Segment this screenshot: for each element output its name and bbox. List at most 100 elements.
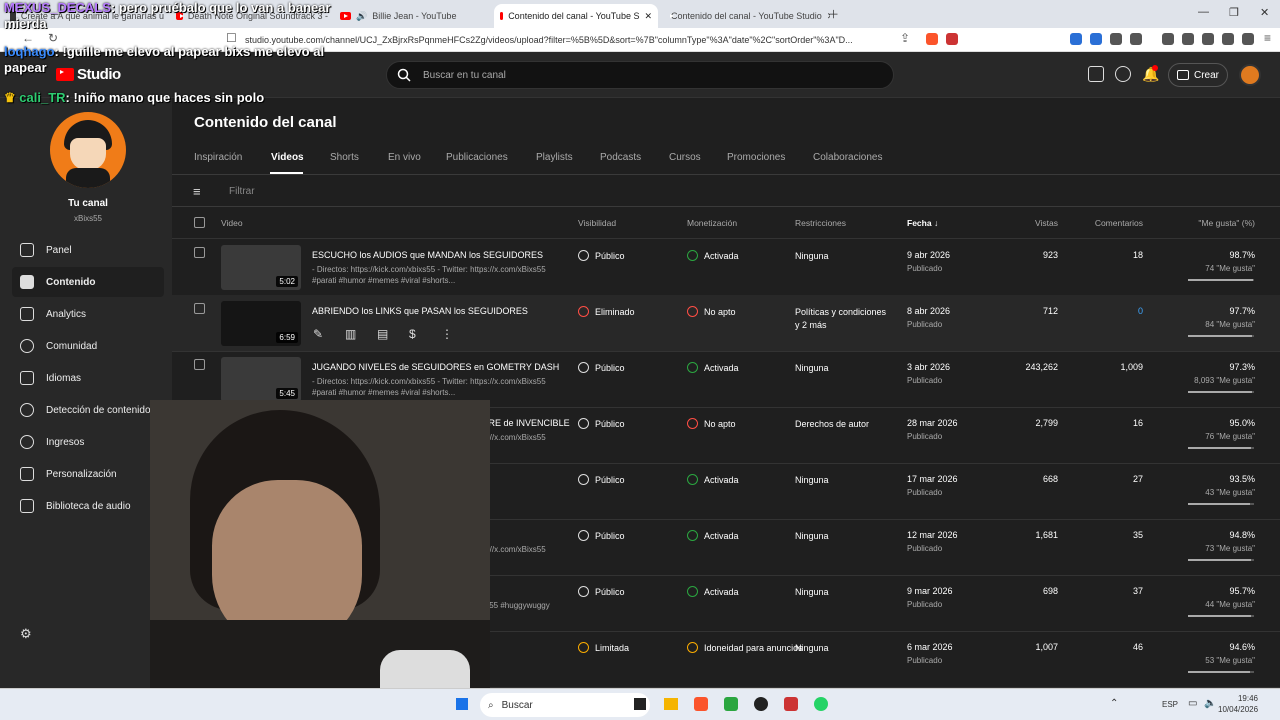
sidebar-toggle-icon[interactable] bbox=[1182, 33, 1194, 45]
comments-cell[interactable]: 35 bbox=[1060, 530, 1143, 540]
monetization-cell[interactable]: Idoneidad para anuncios bbox=[687, 642, 803, 653]
menu-icon[interactable]: ≡ bbox=[1264, 31, 1271, 45]
app-icon[interactable] bbox=[784, 697, 798, 711]
network-icon[interactable]: ▭ bbox=[1188, 698, 1197, 709]
task-view-icon[interactable] bbox=[634, 698, 646, 710]
browser-tab-active[interactable]: Contenido del canal - YouTube S ✕ bbox=[494, 4, 658, 28]
tab-promotions[interactable]: Promociones bbox=[727, 152, 785, 163]
tab-podcasts[interactable]: Podcasts bbox=[600, 152, 641, 163]
row-checkbox[interactable] bbox=[194, 303, 205, 314]
windows-start-icon[interactable] bbox=[456, 698, 468, 710]
row-checkbox[interactable] bbox=[194, 247, 205, 258]
tab-inspiration[interactable]: Inspiración bbox=[194, 152, 242, 163]
wallet-icon[interactable] bbox=[1222, 33, 1234, 45]
restrictions-cell[interactable]: Políticas y condiciones y 2 más bbox=[795, 306, 886, 332]
visibility-cell[interactable]: Público bbox=[578, 586, 625, 597]
back-icon[interactable]: ← bbox=[22, 31, 34, 45]
column-header-date[interactable]: Fecha ↓ bbox=[907, 218, 938, 228]
reload-icon[interactable]: ↻ bbox=[48, 31, 58, 45]
vpn-icon[interactable] bbox=[1242, 33, 1254, 45]
sidebar-item-community[interactable]: Comunidad bbox=[12, 331, 164, 361]
edit-icon[interactable]: ✎ bbox=[313, 327, 323, 341]
bookmark-icon[interactable]: ☐ bbox=[226, 31, 237, 45]
video-thumbnail[interactable]: 6:59 bbox=[221, 301, 301, 346]
visibility-cell[interactable]: Limitada bbox=[578, 642, 629, 653]
select-all-checkbox[interactable] bbox=[194, 217, 205, 228]
file-explorer-icon[interactable] bbox=[664, 698, 678, 710]
tab-shorts[interactable]: Shorts bbox=[330, 152, 359, 163]
url-field[interactable]: studio.youtube.com/channel/UCJ_ZxBjrxRsP… bbox=[245, 32, 925, 48]
app-icon[interactable] bbox=[724, 697, 738, 711]
monetization-cell[interactable]: Activada bbox=[687, 250, 739, 261]
video-thumbnail[interactable]: 5:02 bbox=[221, 245, 301, 290]
search-bar[interactable] bbox=[386, 61, 894, 89]
restrictions-cell[interactable]: Ninguna bbox=[795, 250, 829, 263]
monetization-cell[interactable]: Activada bbox=[687, 530, 739, 541]
comments-cell[interactable]: 18 bbox=[1060, 250, 1143, 260]
brave-rewards-icon[interactable] bbox=[946, 33, 958, 45]
restrictions-cell[interactable]: Ninguna bbox=[795, 642, 829, 655]
video-title[interactable]: ESCUCHO los AUDIOS que MANDAN los SEGUID… bbox=[312, 250, 543, 260]
new-tab-icon[interactable]: ＋ bbox=[828, 6, 839, 22]
comments-cell[interactable]: 27 bbox=[1060, 474, 1143, 484]
tray-up-icon[interactable]: ⌃ bbox=[1110, 698, 1118, 709]
monetization-cell[interactable]: Activada bbox=[687, 362, 739, 373]
taskbar-search[interactable]: ⌕ Buscar bbox=[480, 693, 650, 717]
visibility-cell[interactable]: Público bbox=[578, 362, 625, 373]
maximize-icon[interactable]: ❐ bbox=[1229, 6, 1239, 19]
create-button[interactable]: Crear bbox=[1168, 63, 1228, 87]
share-icon[interactable]: ⇪ bbox=[900, 31, 910, 45]
comments-icon[interactable]: ▤ bbox=[377, 327, 388, 341]
tab-courses[interactable]: Cursos bbox=[669, 152, 701, 163]
comments-cell[interactable]: 1,009 bbox=[1060, 362, 1143, 372]
studio-logo[interactable]: Studio bbox=[56, 66, 121, 83]
row-checkbox[interactable] bbox=[194, 359, 205, 370]
visibility-cell[interactable]: Eliminado bbox=[578, 306, 635, 317]
restrictions-cell[interactable]: Ninguna bbox=[795, 474, 829, 487]
video-thumbnail[interactable]: 5:45 bbox=[221, 357, 301, 402]
account-avatar[interactable] bbox=[1239, 64, 1261, 86]
comments-cell[interactable]: 0 bbox=[1060, 306, 1143, 316]
help-icon[interactable] bbox=[1115, 66, 1131, 82]
video-title[interactable]: JUGANDO NIVELES de SEGUIDORES en GOMETRY… bbox=[312, 362, 559, 372]
visibility-cell[interactable]: Público bbox=[578, 530, 625, 541]
brave-shield-icon[interactable] bbox=[926, 33, 938, 45]
tab-collaborations[interactable]: Colaboraciones bbox=[813, 152, 883, 163]
restrictions-cell[interactable]: Ninguna bbox=[795, 530, 829, 543]
restrictions-cell[interactable]: Ninguna bbox=[795, 362, 829, 375]
clock[interactable]: 19:46 10/04/2026 bbox=[1218, 693, 1258, 715]
minimize-icon[interactable]: — bbox=[1198, 6, 1209, 18]
input-language[interactable]: ESP bbox=[1162, 700, 1178, 709]
feedback-icon[interactable] bbox=[1088, 66, 1104, 82]
filter-input[interactable]: Filtrar bbox=[229, 186, 255, 197]
sidebar-item-audio-library[interactable]: Biblioteca de audio bbox=[12, 491, 164, 521]
analytics-icon[interactable]: ▥ bbox=[345, 327, 356, 341]
extension-icon[interactable] bbox=[1070, 33, 1082, 45]
sidebar-item-content[interactable]: Contenido bbox=[12, 267, 164, 297]
volume-icon[interactable]: 🔈 bbox=[1204, 698, 1216, 709]
monetization-cell[interactable]: Activada bbox=[687, 474, 739, 485]
channel-avatar[interactable] bbox=[50, 112, 126, 188]
channel-title[interactable]: Tu canal bbox=[0, 198, 176, 209]
extension-icon[interactable] bbox=[1090, 33, 1102, 45]
extension-icon[interactable] bbox=[1130, 33, 1142, 45]
close-icon[interactable]: ✕ bbox=[644, 11, 652, 22]
tab-live[interactable]: En vivo bbox=[388, 152, 421, 163]
monetization-cell[interactable]: Activada bbox=[687, 586, 739, 597]
brave-browser-icon[interactable] bbox=[694, 697, 708, 711]
sidebar-item-analytics[interactable]: Analytics bbox=[12, 299, 164, 329]
restrictions-cell[interactable]: Derechos de autor bbox=[795, 418, 869, 431]
comments-cell[interactable]: 46 bbox=[1060, 642, 1143, 652]
visibility-cell[interactable]: Público bbox=[578, 418, 625, 429]
visibility-cell[interactable]: Público bbox=[578, 474, 625, 485]
browser-tab[interactable]: Contenido del canal - YouTube Studio✕ bbox=[660, 4, 830, 28]
sidebar-item-customization[interactable]: Personalización bbox=[12, 459, 164, 489]
restrictions-cell[interactable]: Ninguna bbox=[795, 586, 829, 599]
settings-gear-icon[interactable]: ⚙ bbox=[20, 626, 32, 642]
downloads-icon[interactable] bbox=[1202, 33, 1214, 45]
video-title[interactable]: ABRIENDO los LINKS que PASAN los SEGUIDO… bbox=[312, 306, 528, 316]
comments-cell[interactable]: 37 bbox=[1060, 586, 1143, 596]
sidebar-item-content-detection[interactable]: Detección de contenido bbox=[12, 395, 164, 425]
sidebar-item-panel[interactable]: Panel bbox=[12, 235, 164, 265]
sidebar-item-languages[interactable]: Idiomas bbox=[12, 363, 164, 393]
